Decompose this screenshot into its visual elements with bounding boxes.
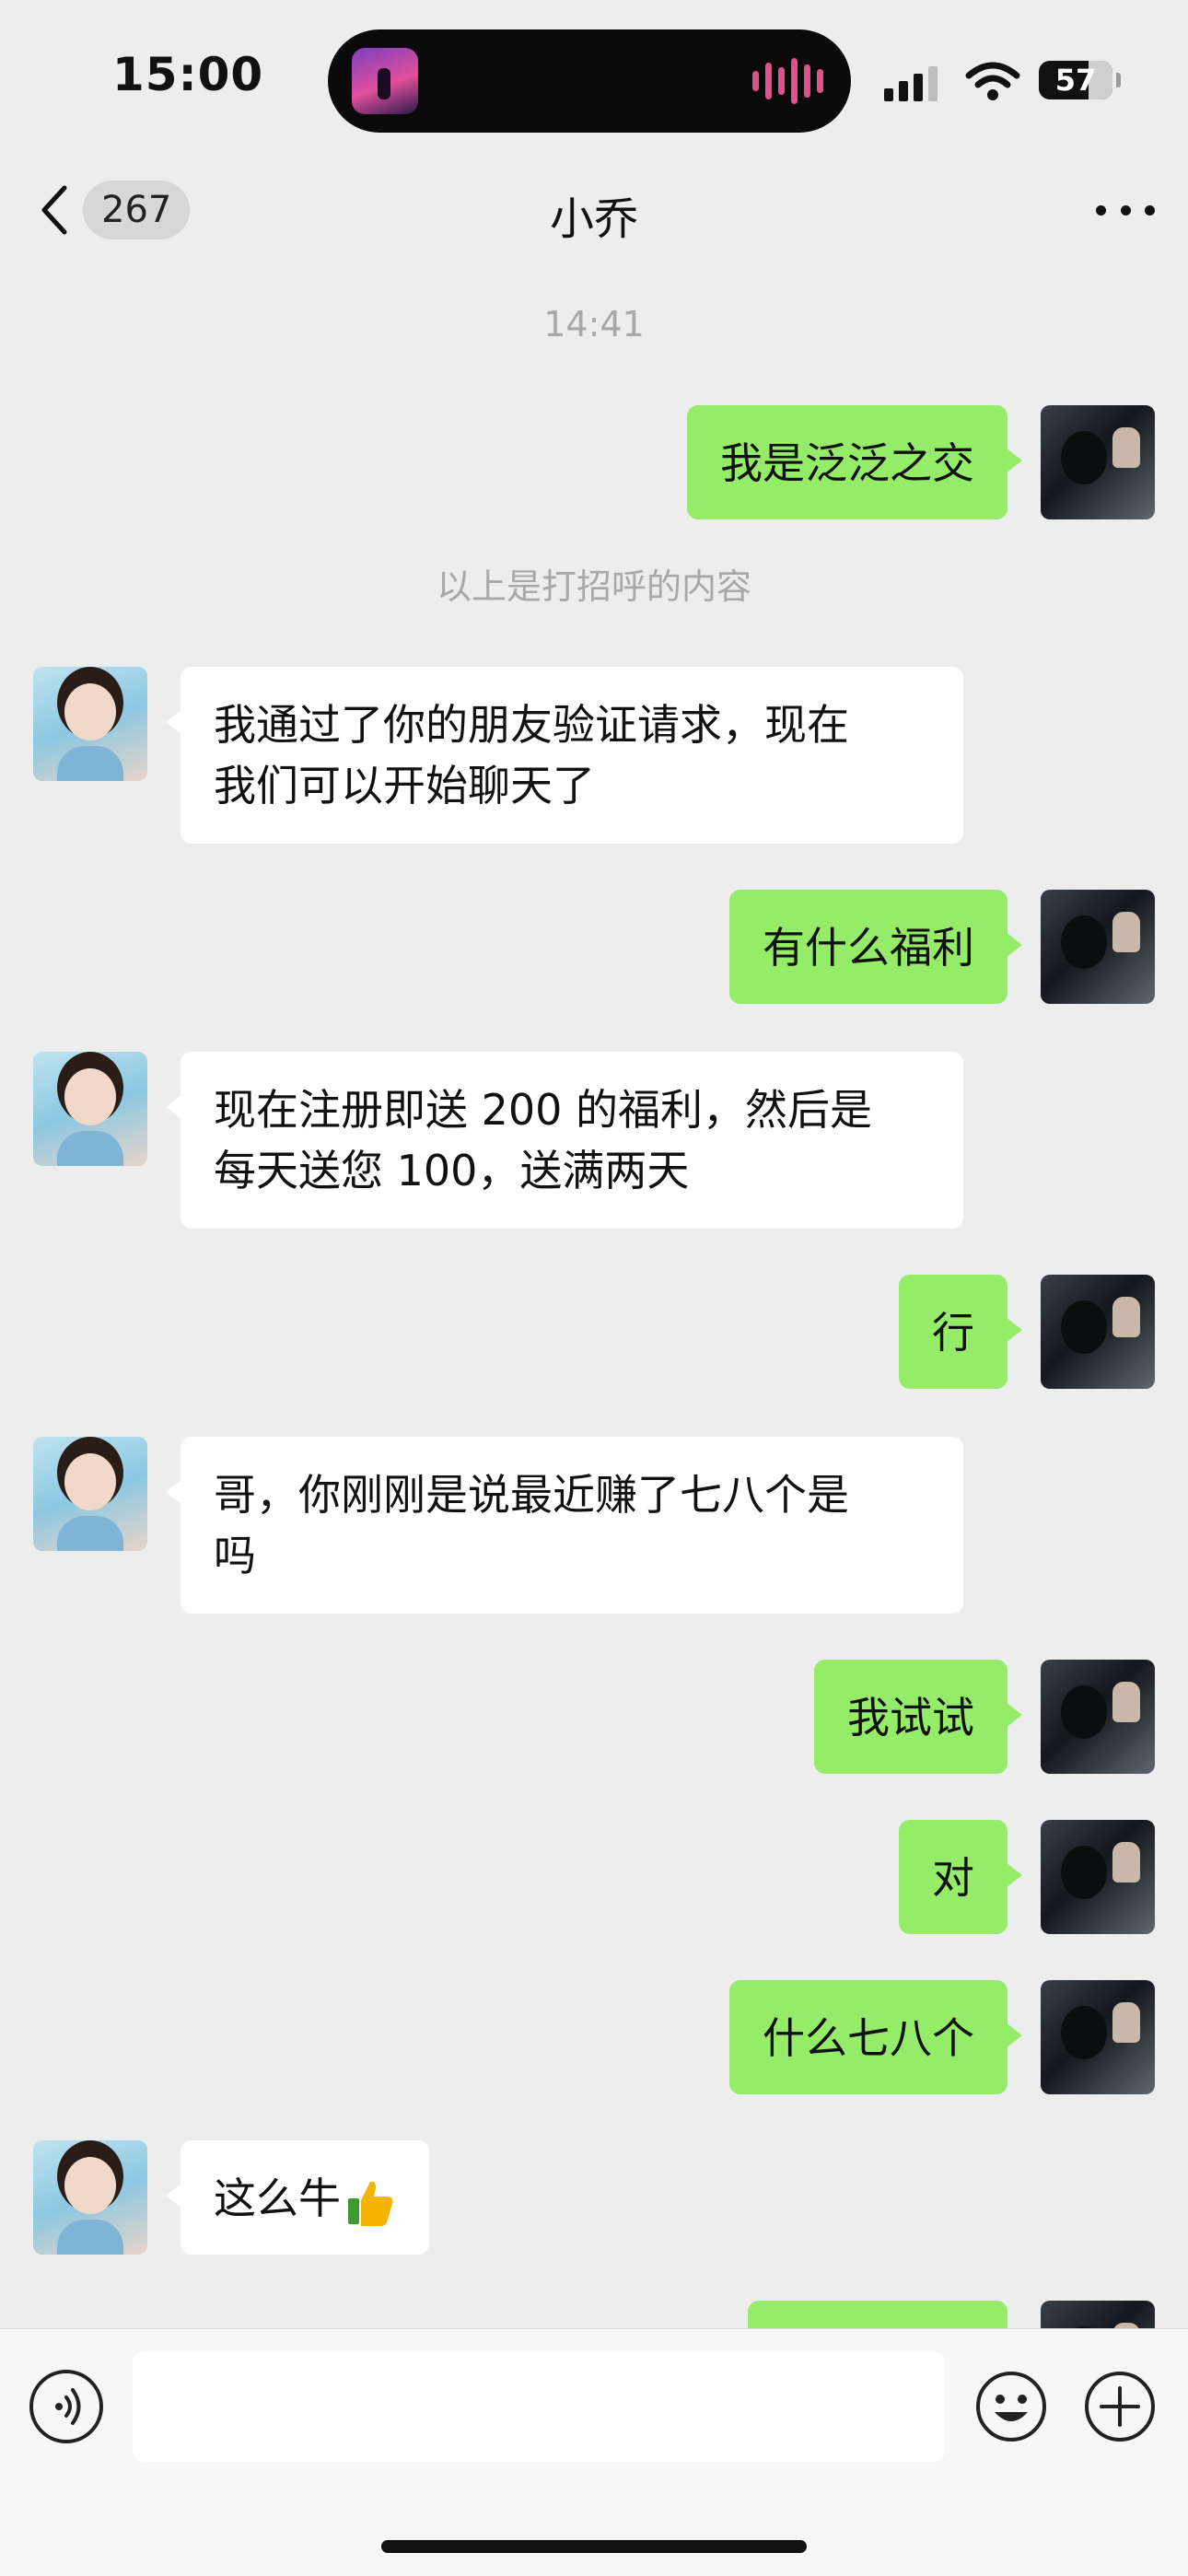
sent-message-bubble[interactable] — [748, 2301, 1007, 2328]
received-message-bubble[interactable]: 这么牛 — [166, 2140, 429, 2255]
home-indicator[interactable] — [381, 2540, 807, 2553]
emoji-button[interactable] — [974, 2370, 1048, 2443]
battery-icon: 57 — [1039, 61, 1121, 99]
voice-input-button[interactable] — [29, 2370, 103, 2443]
message-list[interactable]: 14:41 我是泛泛之交 以上是打招呼的内容 我通过了你的朋友验证请求，现在 我… — [0, 276, 1188, 2328]
contact-name-title: 小乔 — [549, 193, 638, 245]
sent-message-bubble[interactable]: 我是泛泛之交 — [687, 405, 1022, 519]
my-avatar[interactable] — [1041, 405, 1155, 519]
status-time: 15:00 — [112, 48, 264, 101]
my-avatar[interactable] — [1041, 1820, 1155, 1934]
received-message-bubble[interactable]: 现在注册即送 200 的福利，然后是 每天送您 100，送满两天 — [166, 1052, 963, 1229]
audio-waveform-icon — [752, 57, 823, 105]
dynamic-island[interactable] — [328, 29, 851, 133]
received-message-bubble[interactable]: 哥，你刚刚是说最近赚了七八个是 吗 — [166, 1437, 963, 1614]
my-avatar[interactable] — [1041, 1980, 1155, 2094]
dot-icon — [1096, 204, 1106, 216]
sent-message-bubble[interactable]: 什么七八个 — [729, 1980, 1022, 2094]
message-timestamp: 14:41 — [543, 304, 645, 344]
contact-avatar[interactable] — [33, 1052, 147, 1166]
message-input-bar — [0, 2328, 1188, 2576]
greeting-system-note: 以上是打招呼的内容 — [436, 566, 751, 607]
dot-icon — [1120, 204, 1131, 216]
sent-message-bubble[interactable]: 对 — [899, 1820, 1022, 1934]
battery-level: 57 — [1054, 63, 1097, 98]
wifi-icon — [965, 62, 1020, 100]
now-playing-artwork — [352, 48, 418, 114]
my-avatar[interactable] — [1041, 890, 1155, 1004]
smiley-icon — [976, 2372, 1046, 2442]
voice-icon — [55, 2388, 81, 2425]
dot-icon — [1145, 204, 1155, 216]
message-text: 这么牛 — [214, 2174, 341, 2223]
status-bar: 15:00 57 — [0, 0, 1188, 157]
thumbs-up-icon — [348, 2181, 393, 2226]
sent-message-bubble[interactable]: 有什么福利 — [729, 890, 1022, 1004]
more-options-button[interactable] — [1096, 192, 1155, 228]
received-message-bubble[interactable]: 我通过了你的朋友验证请求，现在 我们可以开始聊天了 — [166, 667, 963, 844]
message-line: 哥，你刚刚是说最近赚了七八个是 — [214, 1470, 849, 1520]
sent-message-bubble[interactable]: 行 — [899, 1275, 1022, 1389]
more-functions-button[interactable] — [1083, 2370, 1157, 2443]
chat-header: 267 小乔 — [0, 166, 1188, 254]
plus-icon — [1085, 2372, 1155, 2442]
my-avatar[interactable] — [1041, 2301, 1155, 2328]
message-line: 吗 — [214, 1531, 256, 1580]
sent-message-bubble[interactable]: 我试试 — [814, 1660, 1022, 1774]
message-line: 我通过了你的朋友验证请求，现在 — [214, 700, 849, 750]
message-text-field[interactable] — [133, 2351, 945, 2462]
message-line: 每天送您 100，送满两天 — [214, 1146, 690, 1195]
cellular-signal-icon — [884, 66, 938, 101]
my-avatar[interactable] — [1041, 1275, 1155, 1389]
message-line: 我们可以开始聊天了 — [214, 761, 595, 810]
contact-avatar[interactable] — [33, 1437, 147, 1551]
contact-avatar[interactable] — [33, 667, 147, 781]
message-line: 现在注册即送 200 的福利，然后是 — [214, 1085, 873, 1135]
contact-avatar[interactable] — [33, 2140, 147, 2255]
my-avatar[interactable] — [1041, 1660, 1155, 1774]
